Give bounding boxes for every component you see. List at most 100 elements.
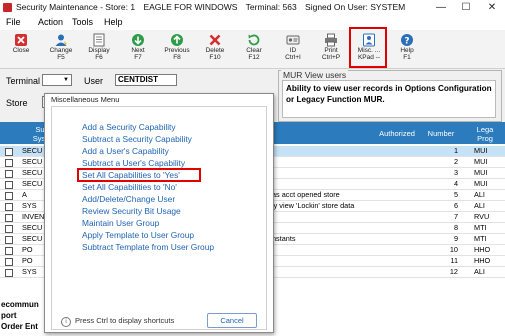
- close-label: Close: [12, 47, 30, 54]
- previous-shortcut: F8: [173, 54, 181, 61]
- cell-legacy: MUI: [474, 179, 488, 188]
- clear-label: Clear: [246, 47, 262, 54]
- menu-maintain-user-group[interactable]: Maintain User Group: [82, 218, 159, 228]
- display-icon: [93, 33, 105, 47]
- bottom-link-2[interactable]: port: [1, 311, 17, 320]
- help-icon: ?: [401, 34, 413, 47]
- header-number[interactable]: Number: [422, 129, 460, 138]
- change-shortcut: F5: [57, 54, 65, 61]
- menu-add-delete-change-user[interactable]: Add/Delete/Change User: [82, 194, 175, 204]
- title-bar: Security Maintenance - Store: 1 EAGLE FO…: [0, 0, 505, 17]
- app-icon: [3, 3, 12, 12]
- row-checkbox[interactable]: [5, 181, 13, 189]
- close-icon: [15, 34, 27, 46]
- display-label: Display: [88, 47, 110, 54]
- title-part-store: Security Maintenance - Store: 1: [16, 2, 136, 12]
- header-authorized[interactable]: Authorized: [372, 129, 422, 138]
- previous-label: Previous: [164, 47, 190, 54]
- bottom-link-3[interactable]: Order Ent: [1, 322, 38, 331]
- row-checkbox[interactable]: [5, 214, 13, 222]
- menu-action[interactable]: Action: [38, 17, 63, 27]
- delete-label: Delete: [205, 47, 225, 54]
- help-label: Help: [400, 47, 414, 54]
- mur-description: Ability to view user records in Options …: [282, 80, 496, 118]
- maximize-button[interactable]: ☐: [455, 0, 477, 16]
- minimize-button[interactable]: —: [430, 0, 452, 16]
- menu-file[interactable]: File: [6, 17, 21, 27]
- mur-group: MUR View users Ability to view user reco…: [278, 70, 502, 122]
- row-checkbox[interactable]: [5, 269, 13, 277]
- close-button[interactable]: Close: [4, 32, 38, 66]
- shortcut-hint: Press Ctrl to display shortcuts: [75, 316, 175, 325]
- display-shortcut: F6: [95, 54, 103, 61]
- clear-shortcut: F12: [248, 54, 260, 61]
- print-shortcut: Ctrl+P: [321, 54, 341, 61]
- misc-highlight-box: [349, 27, 387, 68]
- cell-legacy: RVU: [474, 212, 490, 221]
- cell-number: 11: [450, 256, 458, 265]
- cell-legacy: HHO: [474, 245, 491, 254]
- cell-number: 1: [453, 146, 458, 155]
- menu-set-all-no[interactable]: Set All Capabilities to 'No': [82, 182, 177, 192]
- row-checkbox[interactable]: [5, 225, 13, 233]
- chevron-down-icon: ▼: [63, 77, 69, 83]
- menu-subtract-user-capability[interactable]: Subtract a User's Capability: [82, 158, 185, 168]
- menu-tools[interactable]: Tools: [72, 17, 93, 27]
- clear-button[interactable]: Clear F12: [237, 32, 271, 66]
- cell-description: nstants: [272, 234, 296, 243]
- print-label: Print: [324, 47, 338, 54]
- print-button[interactable]: Print Ctrl+P: [314, 32, 348, 66]
- row-checkbox[interactable]: [5, 192, 13, 200]
- id-icon: [286, 35, 300, 45]
- user-change-icon: [55, 34, 67, 46]
- cancel-button[interactable]: Cancel: [207, 313, 257, 328]
- change-label: Change: [49, 47, 73, 54]
- cell-legacy: MUI: [474, 168, 488, 177]
- svg-text:?: ?: [404, 37, 409, 47]
- id-label: ID: [289, 47, 297, 54]
- user-select[interactable]: CENTDIST: [115, 74, 177, 86]
- display-button[interactable]: Display F6: [82, 32, 116, 66]
- menu-add-user-capability[interactable]: Add a User's Capability: [82, 146, 169, 156]
- row-checkbox[interactable]: [5, 148, 13, 156]
- security-maintenance-window: Security Maintenance - Store: 1 EAGLE FO…: [0, 0, 505, 336]
- cell-legacy: MUI: [474, 157, 488, 166]
- cell-number: 10: [449, 245, 458, 254]
- menu-apply-template[interactable]: Apply Template to User Group: [82, 230, 194, 240]
- help-button[interactable]: ? Help F1: [390, 32, 424, 66]
- header-legacy[interactable]: Lega Prog: [466, 125, 504, 143]
- next-label: Next: [131, 47, 145, 54]
- set-all-yes-highlight-box: [77, 168, 201, 182]
- cell-number: 2: [453, 157, 458, 166]
- menu-help[interactable]: Help: [104, 17, 123, 27]
- row-checkbox[interactable]: [5, 258, 13, 266]
- menu-add-security-capability[interactable]: Add a Security Capability: [82, 122, 176, 132]
- menu-review-security-bit-usage[interactable]: Review Security Bit Usage: [82, 206, 181, 216]
- row-checkbox[interactable]: [5, 159, 13, 167]
- delete-button[interactable]: Delete F10: [198, 32, 232, 66]
- id-button[interactable]: ID Ctrl+I: [276, 32, 310, 66]
- cell-number: 3: [453, 168, 458, 177]
- menu-subtract-template[interactable]: Subtract Template from User Group: [82, 242, 214, 252]
- cell-number: 8: [453, 223, 458, 232]
- terminal-select[interactable]: ▼: [42, 74, 72, 86]
- cell-legacy: MUI: [474, 146, 488, 155]
- store-label: Store: [6, 98, 28, 108]
- previous-icon: [171, 34, 183, 46]
- row-checkbox[interactable]: [5, 236, 13, 244]
- dialog-title: Miscellaneous Menu: [45, 94, 273, 106]
- change-button[interactable]: Change F5: [44, 32, 78, 66]
- next-button[interactable]: Next F7: [121, 32, 155, 66]
- cell-number: 6: [453, 201, 458, 210]
- cell-legacy: HHO: [474, 256, 491, 265]
- title-part-user: Signed On User: SYSTEM: [305, 2, 406, 12]
- menu-subtract-security-capability[interactable]: Subtract a Security Capability: [82, 134, 192, 144]
- cell-number: 4: [453, 179, 458, 188]
- close-window-button[interactable]: ✕: [481, 0, 503, 16]
- row-checkbox[interactable]: [5, 247, 13, 255]
- user-value: CENTDIST: [118, 75, 158, 84]
- previous-button[interactable]: Previous F8: [160, 32, 194, 66]
- row-checkbox[interactable]: [5, 203, 13, 211]
- row-checkbox[interactable]: [5, 170, 13, 178]
- bottom-link-1[interactable]: ecommun: [1, 300, 39, 309]
